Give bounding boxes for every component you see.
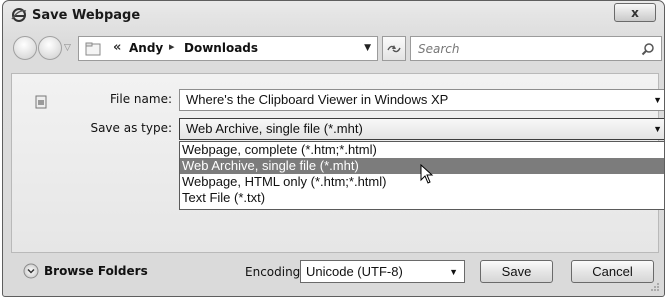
close-icon: x (631, 5, 639, 20)
save-type-select[interactable]: Web Archive, single file (*.mht) ▼ (179, 118, 664, 140)
window-title: Save Webpage (32, 8, 141, 23)
save-type-label: Save as type: (90, 121, 172, 135)
encoding-select[interactable]: Unicode (UTF-8) ▼ (300, 260, 465, 283)
save-button[interactable]: Save (480, 260, 553, 283)
expand-chevron-icon (23, 263, 39, 279)
breadcrumb-separator-icon[interactable]: ▸ (169, 40, 175, 53)
save-type-options-list: Webpage, complete (*.htm;*.html) Web Arc… (179, 141, 664, 210)
resize-grip-icon[interactable] (650, 282, 660, 292)
search-icon[interactable] (641, 42, 655, 56)
back-button[interactable] (13, 36, 37, 60)
encoding-value: Unicode (UTF-8) (306, 264, 403, 279)
address-bar[interactable]: « Andy ▸ Downloads ▼ (78, 36, 378, 61)
breadcrumb-downloads[interactable]: Downloads (184, 41, 258, 55)
save-type-dropdown-icon[interactable]: ▼ (653, 124, 662, 134)
folder-icon (85, 42, 101, 56)
breadcrumb-overflow-icon[interactable]: « (113, 40, 121, 55)
file-name-dropdown-icon[interactable]: ▼ (653, 95, 662, 105)
breadcrumb-andy[interactable]: Andy (129, 41, 163, 55)
address-dropdown-icon[interactable]: ▼ (364, 43, 371, 53)
save-form-panel: File name: Where's the Clipboard Viewer … (11, 73, 664, 253)
option-webpage-complete[interactable]: Webpage, complete (*.htm;*.html) (180, 142, 664, 158)
cancel-button[interactable]: Cancel (571, 260, 654, 283)
search-box[interactable]: Search (410, 36, 662, 61)
refresh-button[interactable] (382, 36, 406, 61)
refresh-icon (387, 44, 401, 52)
forward-button[interactable] (38, 36, 62, 60)
file-name-value: Where's the Clipboard Viewer in Windows … (186, 92, 449, 107)
encoding-dropdown-icon[interactable]: ▼ (449, 267, 458, 277)
save-type-value: Web Archive, single file (*.mht) (186, 121, 363, 136)
browser-icon (11, 8, 27, 22)
encoding-label: Encoding (245, 265, 301, 279)
browse-folders-label: Browse Folders (44, 264, 148, 278)
mouse-cursor-icon (420, 164, 434, 184)
save-webpage-dialog: Save Webpage x ▽ « Andy ▸ Downloads ▼ Se… (2, 0, 665, 297)
recent-pages-dropdown-icon[interactable]: ▽ (64, 43, 71, 53)
close-button[interactable]: x (614, 3, 656, 22)
title-bar: Save Webpage x (3, 1, 664, 29)
option-text-file[interactable]: Text File (*.txt) (180, 190, 664, 206)
file-name-label: File name: (110, 92, 172, 106)
search-input[interactable]: Search (418, 42, 460, 56)
file-name-field[interactable]: Where's the Clipboard Viewer in Windows … (179, 89, 664, 111)
navigation-bar: ▽ « Andy ▸ Downloads ▼ Search (3, 33, 664, 63)
